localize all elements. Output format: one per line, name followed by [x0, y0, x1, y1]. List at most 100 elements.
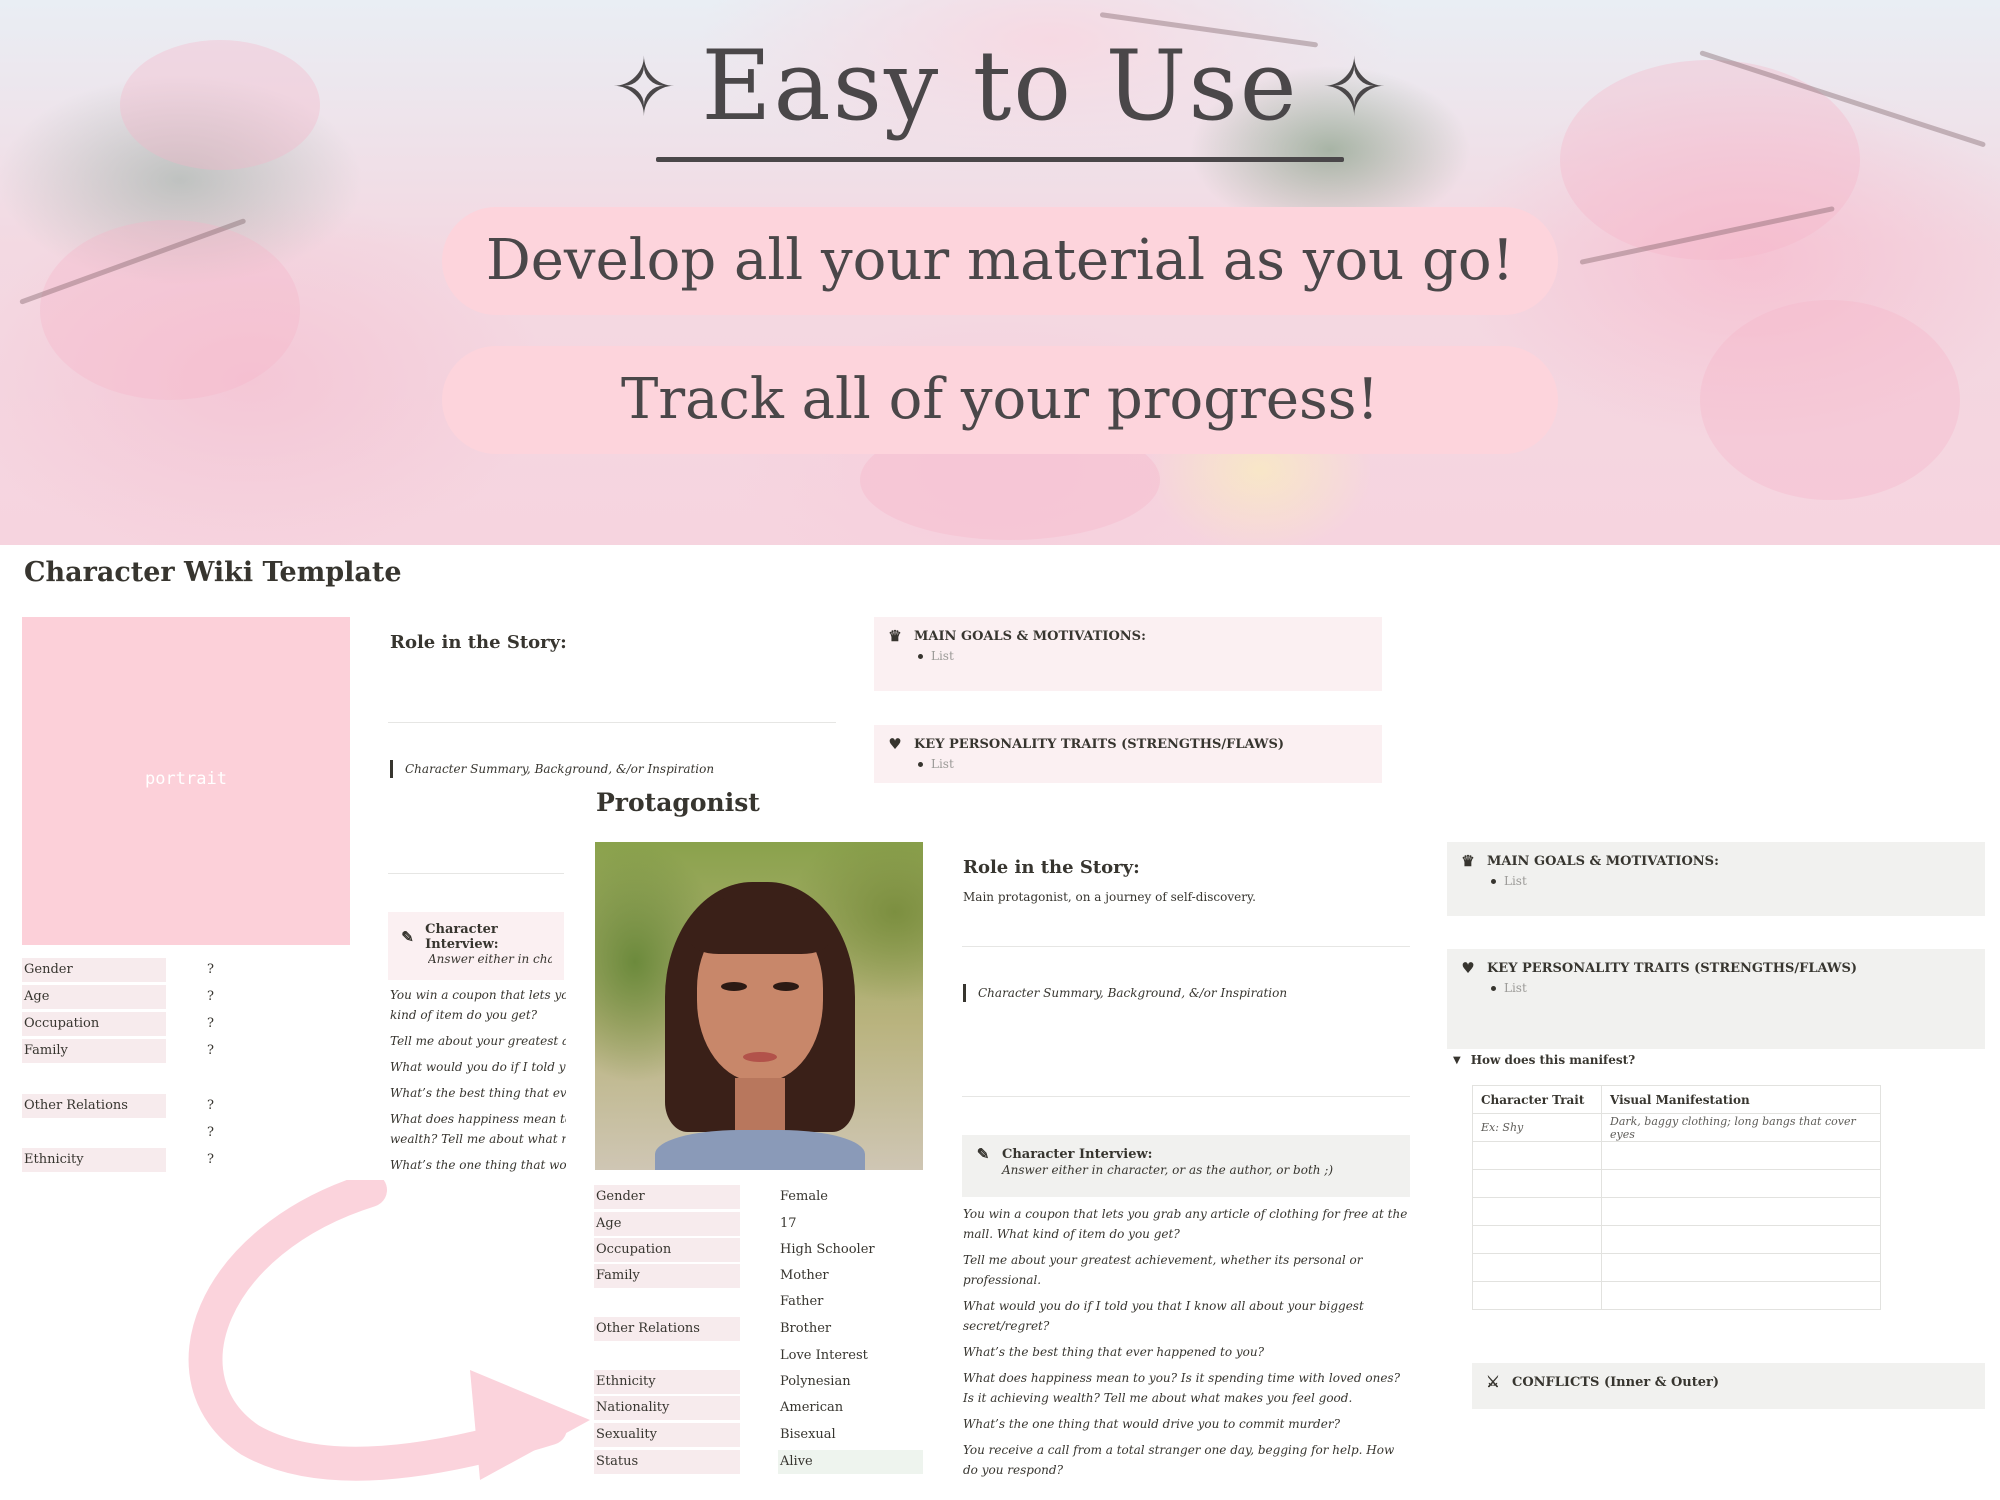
- property-label: Gender: [22, 958, 166, 982]
- divider: [388, 722, 836, 723]
- property-value[interactable]: 17: [780, 1212, 797, 1236]
- neck: [735, 1078, 785, 1138]
- property-label: Age: [22, 985, 166, 1009]
- table-cell[interactable]: [1601, 1225, 1881, 1254]
- summary-quote[interactable]: Character Summary, Background, &/or Insp…: [390, 760, 745, 778]
- table-row: [1472, 1281, 1881, 1310]
- table-cell[interactable]: [1601, 1141, 1881, 1170]
- property-value[interactable]: American: [780, 1396, 843, 1420]
- property-value[interactable]: ?: [207, 985, 214, 1009]
- interview-question: Tell me about your greatest achiev: [390, 1034, 566, 1048]
- status-value[interactable]: Alive: [780, 1450, 813, 1474]
- manifest-toggle[interactable]: ▼ How does this manifest?: [1453, 1053, 1635, 1067]
- property-label: Other Relations: [22, 1094, 166, 1118]
- property-label: Family: [594, 1264, 740, 1288]
- divider: [962, 946, 1410, 947]
- interview-question: What’s the one thing that would dr: [390, 1158, 566, 1172]
- table-row: Ex: Shy Dark, baggy clothing; long bangs…: [1472, 1113, 1881, 1142]
- heart-icon: ♥: [888, 735, 902, 753]
- traits-callout[interactable]: ♥ KEY PERSONALITY TRAITS (STRENGTHS/FLAWS…: [874, 725, 1382, 783]
- property-value[interactable]: Polynesian: [780, 1370, 851, 1394]
- table-row: [1472, 1141, 1881, 1170]
- table-row: [1472, 1169, 1881, 1198]
- table-cell[interactable]: [1472, 1253, 1602, 1282]
- table-cell[interactable]: [1472, 1197, 1602, 1226]
- interview-question[interactable]: What would you do if I told you that I k…: [963, 1296, 1409, 1336]
- toggle-triangle-icon: ▼: [1453, 1054, 1461, 1066]
- interview-callout[interactable]: ✎ Character Interview: Answer either in c…: [962, 1135, 1410, 1197]
- summary-quote[interactable]: Character Summary, Background, &/or Insp…: [963, 984, 1398, 1002]
- property-value[interactable]: ?: [207, 958, 214, 982]
- page-title: Character Wiki Template: [24, 557, 402, 588]
- divider: [962, 1096, 1410, 1097]
- property-value[interactable]: ?: [207, 1039, 214, 1063]
- table-cell[interactable]: [1601, 1197, 1881, 1226]
- table-header: Character Trait: [1472, 1085, 1602, 1114]
- goals-callout[interactable]: ♛ MAIN GOALS & MOTIVATIONS: List: [874, 617, 1382, 691]
- table-header: Visual Manifestation: [1601, 1085, 1881, 1114]
- table-cell[interactable]: [1472, 1141, 1602, 1170]
- property-label: Ethnicity: [594, 1370, 740, 1394]
- interview-heading: Character Interview:: [425, 922, 499, 952]
- right-eye: [773, 982, 799, 991]
- table-cell[interactable]: Ex: Shy: [1472, 1113, 1602, 1142]
- property-value[interactable]: ?: [207, 1121, 214, 1145]
- property-value[interactable]: Female: [780, 1185, 828, 1209]
- interview-sub: Answer either in character, or as the au…: [1002, 1163, 1334, 1177]
- property-label: Other Relations: [594, 1317, 740, 1341]
- property-label: Gender: [594, 1185, 740, 1209]
- traits-heading: KEY PERSONALITY TRAITS (STRENGTHS/FLAWS): [1487, 960, 1858, 976]
- sparkle-icon: ✧: [610, 41, 680, 134]
- interview-question[interactable]: You win a coupon that lets you grab any …: [963, 1204, 1409, 1244]
- property-value[interactable]: Bisexual: [780, 1423, 836, 1447]
- property-value[interactable]: High Schooler: [780, 1238, 875, 1262]
- property-value[interactable]: Father: [780, 1290, 823, 1314]
- interview-question[interactable]: You receive a call from a total stranger…: [963, 1440, 1409, 1480]
- table-cell[interactable]: Dark, baggy clothing; long bangs that co…: [1601, 1113, 1881, 1142]
- divider: [388, 873, 564, 874]
- role-text[interactable]: Main protagonist, on a journey of self-d…: [963, 890, 1256, 904]
- property-value[interactable]: Love Interest: [780, 1344, 868, 1368]
- conflicts-callout[interactable]: ⚔ CONFLICTS (Inner & Outer): [1472, 1363, 1985, 1409]
- table-cell[interactable]: [1472, 1281, 1602, 1310]
- interview-callout[interactable]: ✎ Character Interview: Answer either in c…: [388, 912, 564, 980]
- interview-questions: You win a coupon that lets you grab kind…: [390, 985, 566, 1175]
- interview-question: You win a coupon that lets you grab: [390, 988, 566, 1002]
- bullet: [1491, 985, 1496, 991]
- interview-heading: Character Interview:: [1002, 1146, 1153, 1162]
- table-cell[interactable]: [1472, 1225, 1602, 1254]
- property-value[interactable]: ?: [207, 1094, 214, 1118]
- property-label: Occupation: [594, 1238, 740, 1262]
- interview-question[interactable]: Tell me about your greatest achievement,…: [963, 1250, 1409, 1290]
- traits-heading: KEY PERSONALITY TRAITS (STRENGTHS/FLAWS): [914, 736, 1285, 752]
- hero-underline: [656, 157, 1344, 162]
- interview-question[interactable]: What does happiness mean to you? Is it s…: [963, 1368, 1409, 1408]
- feature-pill-develop: Develop all your material as you go!: [442, 207, 1558, 315]
- table-cell[interactable]: [1601, 1169, 1881, 1198]
- interview-question: What’s the best thing that ever hap: [390, 1086, 566, 1100]
- table-cell[interactable]: [1601, 1281, 1881, 1310]
- property-label: Sexuality: [594, 1423, 740, 1447]
- property-value[interactable]: Mother: [780, 1264, 829, 1288]
- list-placeholder: List: [931, 649, 954, 663]
- crown-icon: ♛: [1461, 852, 1475, 870]
- interview-questions: You win a coupon that lets you grab any …: [963, 1204, 1409, 1480]
- protagonist-portrait[interactable]: [595, 842, 923, 1170]
- portrait-placeholder[interactable]: portrait: [22, 617, 350, 945]
- interview-question[interactable]: What’s the best thing that ever happened…: [963, 1342, 1409, 1362]
- table-cell[interactable]: [1601, 1253, 1881, 1282]
- property-value[interactable]: ?: [207, 1148, 214, 1172]
- shirt: [655, 1130, 865, 1170]
- list-placeholder: List: [1504, 981, 1527, 995]
- traits-callout[interactable]: ♥ KEY PERSONALITY TRAITS (STRENGTHS/FLAWS…: [1447, 949, 1985, 1049]
- left-eye: [721, 982, 747, 991]
- protagonist-title: Protagonist: [596, 788, 760, 817]
- property-value[interactable]: Brother: [780, 1317, 831, 1341]
- goals-callout[interactable]: ♛ MAIN GOALS & MOTIVATIONS: List: [1447, 842, 1985, 916]
- table-cell[interactable]: [1472, 1169, 1602, 1198]
- trait-manifest-table: Character Trait Visual Manifestation Ex:…: [1472, 1085, 1881, 1310]
- interview-question: What would you do if I told you th: [390, 1060, 566, 1074]
- arrow-graphic: [188, 1180, 590, 1481]
- property-value[interactable]: ?: [207, 1012, 214, 1036]
- interview-question[interactable]: What’s the one thing that would drive yo…: [963, 1414, 1409, 1434]
